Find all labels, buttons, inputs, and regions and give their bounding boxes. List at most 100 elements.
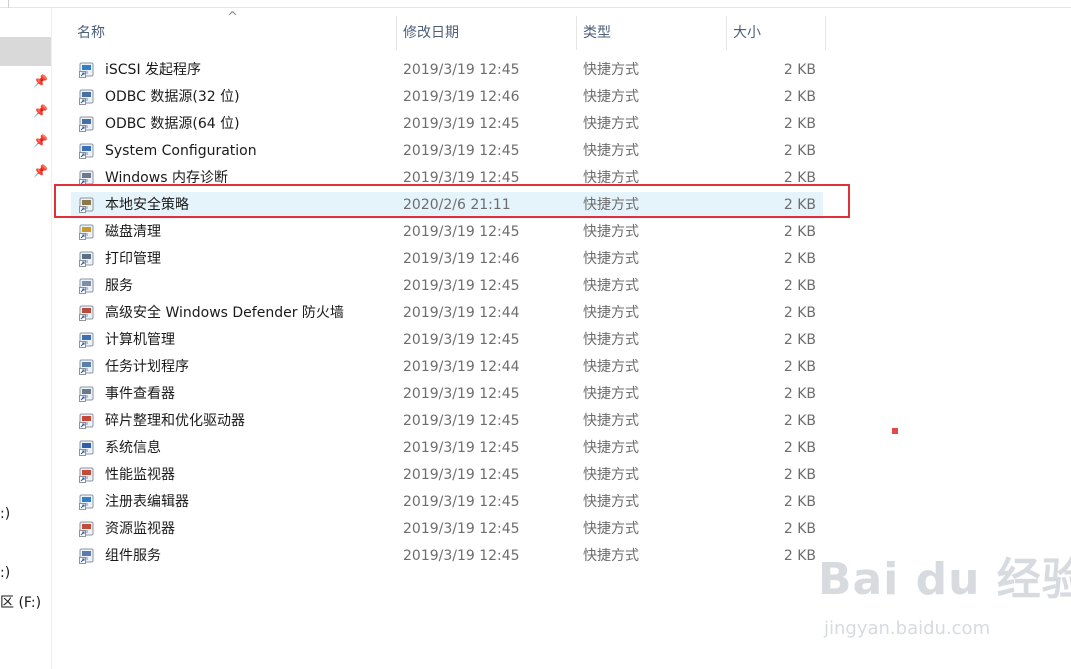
column-header-size[interactable]: 大小 [727,16,826,50]
file-row[interactable]: ODBC 数据源(64 位) 2019/3/19 12:45 快捷方式 2 KB [71,111,823,138]
firewall-icon [79,305,94,321]
file-name: 碎片整理和优化驱动器 [105,413,245,429]
file-type: 快捷方式 [583,224,639,240]
file-row[interactable]: 事件查看器 2019/3/19 12:45 快捷方式 2 KB [71,381,823,408]
file-type: 快捷方式 [583,494,639,510]
watermark-url: jingyan.baidu.com [824,618,991,639]
file-name: System Configuration [105,143,257,159]
file-size: 2 KB [783,359,816,375]
file-row[interactable]: ODBC 数据源(32 位) 2019/3/19 12:46 快捷方式 2 KB [71,84,823,111]
file-size: 2 KB [783,62,816,78]
title-bar-edge [0,0,1071,8]
file-type: 快捷方式 [583,278,639,294]
column-header-name[interactable]: 名称 [71,16,397,50]
nav-drive-item[interactable]: 区 (F:) [0,594,41,612]
defrag-icon [79,413,94,429]
window-corner [0,0,9,8]
file-name: 事件查看器 [105,386,175,402]
file-date-modified: 2019/3/19 12:45 [403,440,520,456]
file-size: 2 KB [783,278,816,294]
file-date-modified: 2019/3/19 12:44 [403,359,520,375]
file-name: 任务计划程序 [105,359,189,375]
file-date-modified: 2019/3/19 12:45 [403,332,520,348]
column-header-type[interactable]: 类型 [577,16,727,50]
odbc-icon [79,89,94,105]
file-size: 2 KB [783,440,816,456]
file-name: 资源监视器 [105,521,175,537]
nav-item-selected[interactable] [0,37,51,66]
event-viewer-icon [79,386,94,402]
file-type: 快捷方式 [583,440,639,456]
registry-editor-icon [79,494,94,510]
file-name: 系统信息 [105,440,161,456]
performance-monitor-icon [79,467,94,483]
file-row[interactable]: 高级安全 Windows Defender 防火墙 2019/3/19 12:44… [71,300,823,327]
file-name: 高级安全 Windows Defender 防火墙 [105,305,344,321]
file-row[interactable]: System Configuration 2019/3/19 12:45 快捷方式 2… [71,138,823,165]
system-config-icon [79,143,94,159]
file-type: 快捷方式 [583,386,639,402]
file-size: 2 KB [783,143,816,159]
component-services-icon [79,548,94,564]
file-date-modified: 2019/3/19 12:45 [403,467,520,483]
pin-icon[interactable]: 📌 [33,74,48,88]
navigation-pane[interactable]: 📌 📌 📌 📌 :) :) 区 (F:) [0,8,52,669]
file-row[interactable]: 碎片整理和优化驱动器 2019/3/19 12:45 快捷方式 2 KB [71,408,823,435]
file-row[interactable]: iSCSI 发起程序 2019/3/19 12:45 快捷方式 2 KB [71,57,823,84]
file-row[interactable]: 性能监视器 2019/3/19 12:45 快捷方式 2 KB [71,462,823,489]
iscsi-icon [79,62,94,78]
file-date-modified: 2019/3/19 12:45 [403,521,520,537]
file-row[interactable]: 磁盘清理 2019/3/19 12:45 快捷方式 2 KB [71,219,823,246]
file-name: ODBC 数据源(64 位) [105,116,240,132]
file-name: ODBC 数据源(32 位) [105,89,240,105]
file-row[interactable]: 服务 2019/3/19 12:45 快捷方式 2 KB [71,273,823,300]
file-size: 2 KB [783,332,816,348]
file-name: 打印管理 [105,251,161,267]
system-info-icon [79,440,94,456]
file-type: 快捷方式 [583,332,639,348]
file-row[interactable]: 注册表编辑器 2019/3/19 12:45 快捷方式 2 KB [71,489,823,516]
print-management-icon [79,251,94,267]
pin-icon[interactable]: 📌 [33,134,48,148]
file-date-modified: 2019/3/19 12:45 [403,62,520,78]
odbc-icon [79,116,94,132]
file-size: 2 KB [783,413,816,429]
services-icon [79,278,94,294]
file-type: 快捷方式 [583,521,639,537]
task-scheduler-icon [79,359,94,375]
file-date-modified: 2019/3/19 12:45 [403,224,520,240]
column-header-date[interactable]: 修改日期 [397,16,577,50]
file-date-modified: 2019/3/19 12:44 [403,305,520,321]
file-size: 2 KB [783,116,816,132]
file-type: 快捷方式 [583,143,639,159]
nav-drive-item[interactable]: :) [0,505,10,523]
file-size: 2 KB [783,386,816,402]
file-name: 磁盘清理 [105,224,161,240]
file-type: 快捷方式 [583,359,639,375]
file-size: 2 KB [783,224,816,240]
file-name: 服务 [105,278,133,294]
disk-cleanup-icon [79,224,94,240]
pin-icon[interactable]: 📌 [33,104,48,118]
file-name: 性能监视器 [105,467,175,483]
file-row[interactable]: 任务计划程序 2019/3/19 12:44 快捷方式 2 KB [71,354,823,381]
file-type: 快捷方式 [583,548,639,564]
file-row[interactable]: 系统信息 2019/3/19 12:45 快捷方式 2 KB [71,435,823,462]
file-row[interactable]: 组件服务 2019/3/19 12:45 快捷方式 2 KB [71,543,823,570]
file-type: 快捷方式 [583,62,639,78]
file-date-modified: 2019/3/19 12:45 [403,143,520,159]
file-row[interactable]: 计算机管理 2019/3/19 12:45 快捷方式 2 KB [71,327,823,354]
file-name: iSCSI 发起程序 [105,62,202,78]
file-size: 2 KB [783,521,816,537]
file-size: 2 KB [783,467,816,483]
file-row[interactable]: 资源监视器 2019/3/19 12:45 快捷方式 2 KB [71,516,823,543]
file-date-modified: 2019/3/19 12:46 [403,251,520,267]
file-row[interactable]: 打印管理 2019/3/19 12:46 快捷方式 2 KB [71,246,823,273]
pin-icon[interactable]: 📌 [33,164,48,178]
file-size: 2 KB [783,251,816,267]
file-size: 2 KB [783,89,816,105]
nav-drive-item[interactable]: :) [0,564,10,582]
file-date-modified: 2019/3/19 12:45 [403,278,520,294]
file-date-modified: 2019/3/19 12:45 [403,386,520,402]
watermark-logo: Bai du 经验 [818,554,1071,605]
